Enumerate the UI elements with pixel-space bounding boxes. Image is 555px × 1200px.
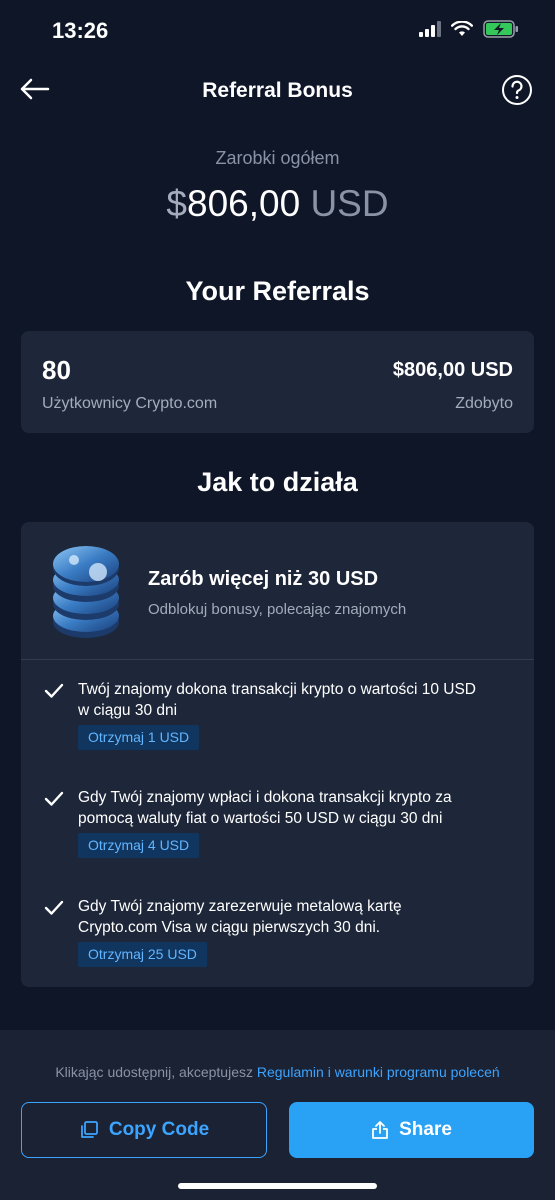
step-text-line: pomocą waluty fiat o wartości 50 USD w c… <box>78 810 443 827</box>
home-indicator <box>178 1183 377 1189</box>
currency-code: USD <box>310 183 389 224</box>
referrals-card: 80 Użytkownicy Crypto.com $806,00 USD Zd… <box>21 331 534 433</box>
referrals-earned-label: Zdobyto <box>455 395 513 412</box>
share-button[interactable]: Share <box>289 1102 534 1158</box>
help-icon <box>502 75 532 105</box>
terms-notice: Klikając udostępnij, akceptujesz Regulam… <box>0 1064 555 1080</box>
header: Referral Bonus <box>0 62 555 122</box>
how-it-works-card-title: Zarób więcej niż 30 USD <box>148 568 379 590</box>
check-icon <box>44 683 64 698</box>
terms-link[interactable]: Regulamin i warunki programu poleceń <box>257 1064 500 1080</box>
reward-badge: Otrzymaj 4 USD <box>78 833 200 858</box>
step-text-line: Gdy Twój znajomy zarezerwuje metalową ka… <box>78 898 402 915</box>
divider <box>21 659 534 660</box>
how-it-works-card: Zarób więcej niż 30 USD Odblokuj bonusy,… <box>21 522 534 987</box>
wifi-icon <box>451 21 473 36</box>
share-label: Share <box>399 1119 452 1140</box>
step-text-line: Twój znajomy dokona transakcji krypto o … <box>78 681 476 698</box>
total-earnings-amount: $806,00 USD <box>0 183 555 225</box>
status-icons <box>419 20 519 38</box>
step-text: Gdy Twój znajomy zarezerwuje metalową ka… <box>78 896 518 938</box>
terms-prefix: Klikając udostępnij, akceptujesz <box>55 1064 257 1080</box>
help-button[interactable] <box>501 74 533 106</box>
referrals-count-label: Użytkownicy Crypto.com <box>42 395 218 412</box>
how-it-works-card-subtitle: Odblokuj bonusy, polecając znajomych <box>148 601 407 618</box>
check-icon <box>44 900 64 915</box>
step-text-line: Crypto.com Visa w ciągu pierwszych 30 dn… <box>78 919 381 936</box>
currency-symbol: $ <box>166 183 187 224</box>
signal-icon <box>419 21 441 37</box>
battery-icon <box>483 20 518 38</box>
how-it-works-title: Jak to działa <box>197 467 358 497</box>
referrals-earned: $806,00 USD <box>392 359 513 381</box>
step-text: Twój znajomy dokona transakcji krypto o … <box>78 679 518 721</box>
status-time: 13:26 <box>52 18 109 43</box>
coin-stack-icon <box>53 546 119 638</box>
check-icon <box>44 791 64 806</box>
step-text-line: Gdy Twój znajomy wpłaci i dokona transak… <box>78 789 452 806</box>
step-text-line: w ciągu 30 dni <box>78 702 178 719</box>
reward-badge: Otrzymaj 1 USD <box>78 725 200 750</box>
referrals-title: Your Referrals <box>185 276 370 306</box>
status-bar: 13:26 <box>0 0 555 62</box>
total-earnings-label: Zarobki ogółem <box>215 148 340 168</box>
bottom-panel: Klikając udostępnij, akceptujesz Regulam… <box>0 1030 555 1200</box>
earnings-value: 806,00 <box>187 183 301 224</box>
share-icon <box>372 1121 388 1139</box>
referrals-count: 80 <box>42 355 71 385</box>
copy-icon <box>80 1121 98 1138</box>
step-text: Gdy Twój znajomy wpłaci i dokona transak… <box>78 787 518 829</box>
reward-badge: Otrzymaj 25 USD <box>78 942 207 967</box>
copy-code-label: Copy Code <box>108 1119 210 1140</box>
page-title: Referral Bonus <box>202 79 353 102</box>
copy-code-button[interactable]: Copy Code <box>21 1102 267 1158</box>
